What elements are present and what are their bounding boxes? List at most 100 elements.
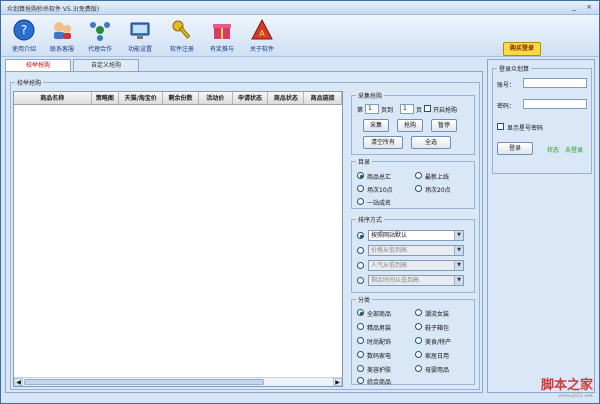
window-title: 众划算抢购秒杀软件 V5.3(免费版) bbox=[7, 6, 100, 13]
product-table[interactable]: 商品名称 策略图 天猫/淘宝价 剩余份数 活动价 申请状态 商品状态 商品链接 … bbox=[13, 91, 343, 387]
select-value: 人气从低到高 bbox=[371, 262, 408, 269]
scroll-thumb[interactable] bbox=[24, 379, 264, 385]
scroll-right-icon[interactable]: ▶ bbox=[333, 378, 342, 386]
login-button[interactable]: 登录 bbox=[497, 142, 533, 155]
column-header[interactable]: 商品链接 bbox=[304, 92, 342, 104]
page-to-input[interactable]: 1 bbox=[400, 104, 414, 114]
column-header[interactable]: 商品名称 bbox=[14, 92, 92, 104]
account-input[interactable] bbox=[523, 78, 587, 88]
chevron-down-icon[interactable]: ▼ bbox=[454, 231, 463, 240]
sort-radio-time[interactable] bbox=[357, 277, 364, 284]
catalog-option-label: 一站成名 bbox=[367, 200, 392, 207]
chevron-down-icon[interactable]: ▼ bbox=[454, 276, 463, 285]
catalog-radio-latest[interactable] bbox=[415, 172, 422, 179]
status-value: 未登录 bbox=[565, 147, 584, 154]
toolbar-support[interactable]: 联系客服 bbox=[43, 19, 81, 55]
toolbar-promo[interactable]: 有奖推与 bbox=[203, 19, 241, 55]
page-from-input[interactable]: 1 bbox=[365, 104, 379, 114]
select-all-button[interactable]: 全选 bbox=[411, 136, 451, 149]
page-suffix: 页 bbox=[416, 107, 423, 114]
collect-group-title: 采集抢购 bbox=[356, 91, 385, 100]
toolbar-label: 功能设置 bbox=[127, 46, 152, 53]
sort-time-select[interactable]: 剩余时间从低到高 ▼ bbox=[368, 275, 464, 286]
svg-text:?: ? bbox=[21, 23, 27, 37]
password-label: 密码： bbox=[497, 103, 516, 110]
category-radio[interactable] bbox=[415, 309, 422, 316]
account-label: 账号： bbox=[497, 82, 516, 89]
sort-radio-price[interactable] bbox=[357, 247, 364, 254]
about-icon: A bbox=[251, 19, 273, 40]
column-header[interactable]: 剩余份数 bbox=[163, 92, 199, 104]
open-rush-label: 开启抢购 bbox=[433, 107, 458, 114]
horizontal-scrollbar[interactable]: ◀ ▶ bbox=[14, 377, 342, 386]
select-value: 剩余时间从低到高 bbox=[371, 277, 420, 284]
toolbar-settings[interactable]: 功能设置 bbox=[121, 19, 159, 55]
catalog-radio-summary[interactable] bbox=[357, 172, 364, 179]
key-icon bbox=[172, 20, 191, 39]
toolbar-label: 使用介绍 bbox=[11, 46, 36, 53]
chevron-down-icon[interactable]: ▼ bbox=[454, 261, 463, 270]
category-radio[interactable] bbox=[415, 323, 422, 330]
category-radio[interactable] bbox=[415, 365, 422, 372]
category-option-label: 数码家电 bbox=[367, 353, 392, 360]
toolbar-label: 有奖推与 bbox=[209, 46, 234, 53]
toolbar-label: 联系客服 bbox=[49, 46, 74, 53]
clear-all-button[interactable]: 清空所有 bbox=[363, 136, 403, 149]
column-header[interactable]: 天猫/淘宝价 bbox=[119, 92, 164, 104]
tab-custom-rush[interactable]: 自定义抢购 bbox=[73, 59, 139, 71]
column-header[interactable]: 策略图 bbox=[92, 92, 120, 104]
rush-button[interactable]: 抢购 bbox=[397, 119, 423, 132]
sort-group-title: 排序方式 bbox=[356, 215, 385, 224]
category-radio[interactable] bbox=[415, 351, 422, 358]
catalog-radio-famous[interactable] bbox=[357, 198, 364, 205]
minimize-button[interactable]: _ bbox=[568, 3, 580, 12]
toolbar-help[interactable]: ? 使用介绍 bbox=[5, 19, 43, 55]
pause-button[interactable]: 暂停 bbox=[431, 119, 457, 132]
category-option-label: 鞋子箱包 bbox=[425, 325, 450, 332]
category-radio[interactable] bbox=[357, 323, 364, 330]
category-option-label: 时尚配饰 bbox=[367, 339, 392, 346]
category-radio[interactable] bbox=[357, 337, 364, 344]
category-option-label: 精品男装 bbox=[367, 325, 392, 332]
category-option-label: 美食/特产 bbox=[425, 339, 452, 346]
login-group-title: 登录众划算 bbox=[497, 64, 532, 73]
toolbar-partner[interactable]: 代理合作 bbox=[81, 19, 119, 55]
toolbar-label: 软件注册 bbox=[169, 46, 194, 53]
page-mid: 页到 bbox=[381, 107, 394, 114]
sort-radio-default[interactable] bbox=[357, 232, 364, 239]
category-radio[interactable] bbox=[357, 377, 364, 384]
catalog-radio-20[interactable] bbox=[415, 185, 422, 192]
category-option-label: 母婴用品 bbox=[425, 367, 450, 374]
scroll-left-icon[interactable]: ◀ bbox=[14, 378, 23, 386]
toolbar-register[interactable]: 软件注册 bbox=[163, 19, 201, 55]
column-header[interactable]: 活动价 bbox=[199, 92, 233, 104]
tab-bar: 校举抢购 自定义抢购 bbox=[5, 59, 141, 71]
password-input[interactable] bbox=[523, 99, 587, 109]
toolbar-about[interactable]: A 关于软件 bbox=[243, 19, 281, 55]
open-rush-checkbox[interactable] bbox=[424, 105, 431, 112]
tab-hot-rush[interactable]: 校举抢购 bbox=[5, 59, 71, 71]
sort-default-select[interactable]: 按照网站默认 ▼ bbox=[368, 230, 464, 241]
select-value: 按照网站默认 bbox=[371, 232, 408, 239]
sort-popular-select[interactable]: 人气从低到高 ▼ bbox=[368, 260, 464, 271]
sort-price-select[interactable]: 价格从低到高 ▼ bbox=[368, 245, 464, 256]
category-radio[interactable] bbox=[415, 337, 422, 344]
buy-login-button[interactable]: 购买登录 bbox=[503, 42, 541, 56]
show-password-checkbox[interactable] bbox=[497, 123, 504, 130]
column-header[interactable]: 申请状态 bbox=[233, 92, 269, 104]
close-button[interactable]: × bbox=[583, 3, 595, 12]
category-radio[interactable] bbox=[357, 309, 364, 316]
app-window: 众划算抢购秒杀软件 V5.3(免费版) _ × ? 使用介绍 联系客服 代理合作… bbox=[0, 0, 600, 404]
watermark-text: 脚本之家 bbox=[540, 378, 593, 393]
toolbar-label: 代理合作 bbox=[87, 46, 112, 53]
page-prefix: 第 bbox=[357, 107, 364, 114]
catalog-radio-10[interactable] bbox=[357, 185, 364, 192]
collect-button[interactable]: 采集 bbox=[363, 119, 389, 132]
sort-radio-popular[interactable] bbox=[357, 262, 364, 269]
category-option-label: 美容护肤 bbox=[367, 367, 392, 374]
category-radio[interactable] bbox=[357, 365, 364, 372]
gift-icon bbox=[213, 24, 231, 39]
category-radio[interactable] bbox=[357, 351, 364, 358]
chevron-down-icon[interactable]: ▼ bbox=[454, 246, 463, 255]
column-header[interactable]: 商品状态 bbox=[268, 92, 305, 104]
